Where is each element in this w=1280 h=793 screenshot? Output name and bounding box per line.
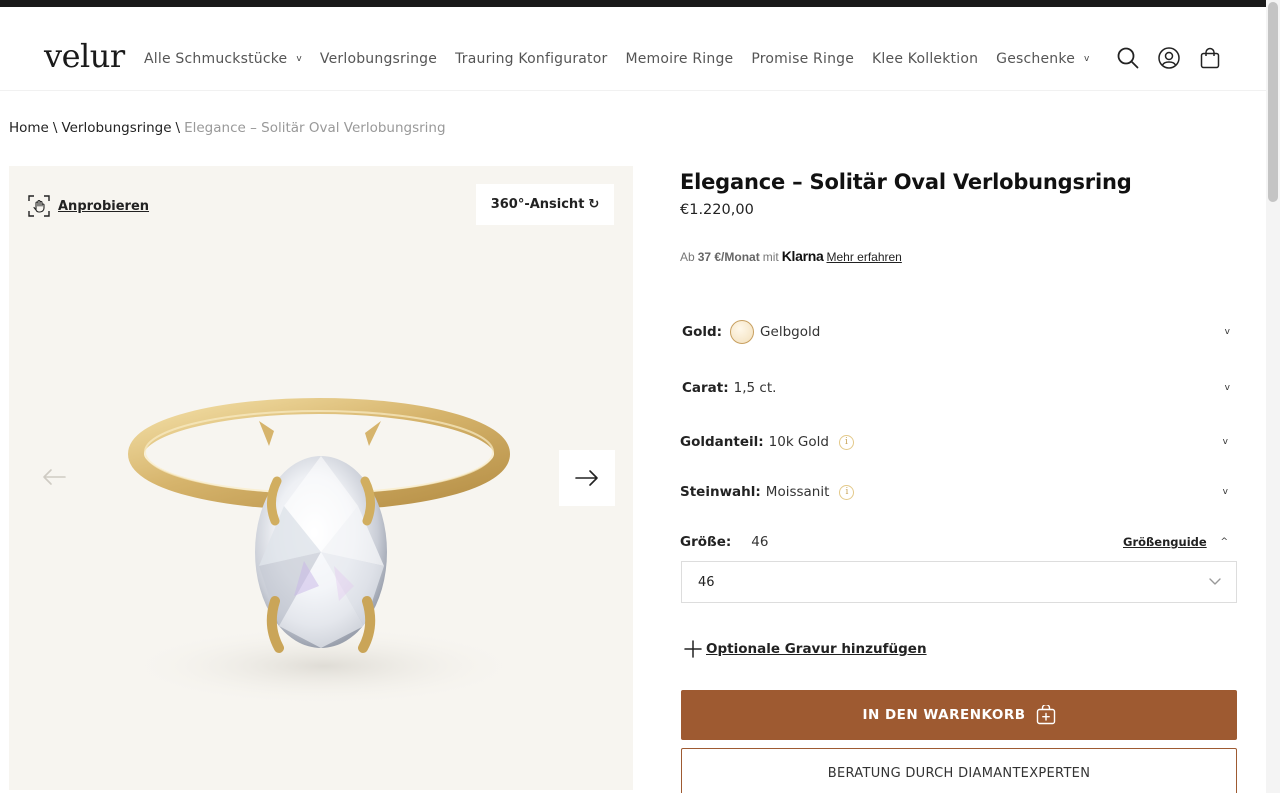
breadcrumb-current: Elegance – Solitär Oval Verlobungsring <box>184 120 446 136</box>
product-image-ring <box>124 398 524 706</box>
expert-consultation-label: BERATUNG DURCH DIAMANTEXPERTEN <box>827 765 1091 781</box>
chevron-down-icon <box>1209 578 1221 585</box>
site-header: velur Alle Schmuckstücke v Verlobungsrin… <box>0 7 1266 91</box>
breadcrumb-separator: \ <box>175 120 181 136</box>
chevron-down-icon: v <box>1224 327 1230 337</box>
option-carat-label: Carat: <box>682 380 729 396</box>
size-select[interactable]: 46 <box>681 561 1237 603</box>
option-gold-label: Gold: <box>682 324 723 340</box>
gallery-next-button[interactable] <box>559 450 615 506</box>
nav-label: Trauring Konfigurator <box>455 51 608 67</box>
add-engraving-button[interactable]: Optionale Gravur hinzufügen <box>682 638 927 660</box>
breadcrumb-home[interactable]: Home <box>9 120 49 136</box>
option-carat-value: 1,5 ct. <box>733 380 777 396</box>
chevron-down-icon: v <box>296 54 302 64</box>
klarna-logo: Klarna <box>781 248 824 264</box>
hand-scan-icon <box>28 195 50 217</box>
breadcrumb: Home \ Verlobungsringe \ Elegance – Solitär … <box>9 120 446 136</box>
add-to-cart-label: IN DEN WARENKORB <box>862 707 1026 723</box>
nav-item-verlobungsringe[interactable]: Verlobungsringe <box>320 51 437 67</box>
nav-label: Alle Schmuckstücke <box>144 51 288 67</box>
nav-label: Memoire Ringe <box>625 51 734 67</box>
product-price: €1.220,00 <box>680 202 754 218</box>
nav-item-geschenke[interactable]: Geschenke v <box>996 51 1089 67</box>
brand-logo[interactable]: velur <box>44 40 125 72</box>
cart-icon[interactable] <box>1199 47 1221 69</box>
info-icon[interactable]: i <box>838 434 854 450</box>
view-360-button[interactable]: 360°-Ansicht ↻ <box>476 184 614 225</box>
expert-consultation-button[interactable]: BERATUNG DURCH DIAMANTEXPERTEN <box>681 748 1237 793</box>
option-steinwahl-label: Steinwahl: <box>680 484 761 500</box>
chevron-down-icon: v <box>1084 54 1090 64</box>
bag-plus-icon <box>1036 703 1056 725</box>
chevron-down-icon: v <box>1222 437 1228 447</box>
option-groesse-label: Größe: <box>680 534 732 550</box>
arrow-right-icon <box>575 470 598 486</box>
nav-item-klee-kollektion[interactable]: Klee Kollektion <box>872 51 978 67</box>
header-icons <box>1117 47 1221 69</box>
option-gold-value: Gelbgold <box>760 324 821 340</box>
nav-item-alle-schmuckstuecke[interactable]: Alle Schmuckstücke v <box>144 51 302 67</box>
klarna-installment-info: Ab 37 €/Monat mit Klarna Mehr erfahren <box>680 248 902 264</box>
option-gold[interactable]: Gold: Gelbgold v <box>682 320 1239 344</box>
nav-label: Geschenke <box>996 51 1076 67</box>
option-goldanteil[interactable]: Goldanteil: 10k Gold i v <box>680 430 1237 454</box>
breadcrumb-verlobungsringe[interactable]: Verlobungsringe <box>61 120 171 136</box>
nav-item-trauring-konfigurator[interactable]: Trauring Konfigurator <box>455 51 607 67</box>
nav-item-memoire-ringe[interactable]: Memoire Ringe <box>625 51 733 67</box>
account-icon[interactable] <box>1158 47 1180 69</box>
option-groesse[interactable]: Größe: 46 Größenguide ^ <box>680 530 1237 554</box>
product-gallery[interactable]: Anprobieren 360°-Ansicht ↻ <box>9 166 633 790</box>
option-steinwahl[interactable]: Steinwahl: Moissanit i v <box>680 480 1237 504</box>
product-title: Elegance – Solitär Oval Verlobungsring <box>680 170 1132 194</box>
klarna-prefix: Ab <box>680 250 695 264</box>
try-on-label: Anprobieren <box>58 198 150 214</box>
plus-icon <box>682 638 704 660</box>
klarna-mid: mit <box>762 250 779 264</box>
option-groesse-value: 46 <box>751 534 769 550</box>
scrollbar-thumb[interactable] <box>1268 2 1278 202</box>
size-guide-link[interactable]: Größenguide <box>1123 535 1207 549</box>
option-goldanteil-value: 10k Gold <box>768 434 829 450</box>
gallery-prev-arrow-icon[interactable] <box>41 464 67 490</box>
breadcrumb-separator: \ <box>52 120 58 136</box>
add-engraving-label: Optionale Gravur hinzufügen <box>706 641 927 657</box>
main-nav: Alle Schmuckstücke v Verlobungsringe Tra… <box>144 51 1090 67</box>
nav-label: Promise Ringe <box>751 51 855 67</box>
info-icon[interactable]: i <box>839 484 855 500</box>
chevron-down-icon: v <box>1222 487 1228 497</box>
gold-swatch <box>730 320 755 344</box>
search-icon[interactable] <box>1117 47 1139 69</box>
view-360-label: 360°-Ansicht <box>490 197 585 212</box>
option-goldanteil-label: Goldanteil: <box>680 434 764 450</box>
option-steinwahl-value: Moissanit <box>765 484 830 500</box>
nav-label: Klee Kollektion <box>872 51 979 67</box>
chevron-down-icon: v <box>1224 383 1230 393</box>
klarna-learn-more-link[interactable]: Mehr erfahren <box>826 250 901 264</box>
add-to-cart-button[interactable]: IN DEN WARENKORB <box>681 690 1237 740</box>
size-select-value: 46 <box>698 574 715 590</box>
top-bar <box>0 0 1266 7</box>
rotate-icon: ↻ <box>588 197 600 212</box>
try-on-button[interactable]: Anprobieren <box>28 195 149 217</box>
klarna-amount: 37 €/Monat <box>697 250 760 264</box>
nav-item-promise-ringe[interactable]: Promise Ringe <box>751 51 854 67</box>
option-carat[interactable]: Carat: 1,5 ct. v <box>682 376 1239 400</box>
nav-label: Verlobungsringe <box>319 51 438 67</box>
chevron-up-icon: ^ <box>1220 537 1228 547</box>
